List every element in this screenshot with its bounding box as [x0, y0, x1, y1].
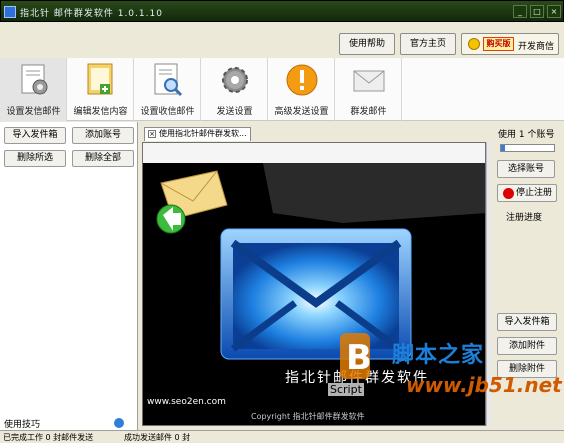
tool-label: 发送设置	[216, 107, 253, 117]
delete-all-button[interactable]: 删除全部	[72, 150, 134, 167]
tips-label[interactable]: 使用技巧	[4, 417, 40, 430]
search-document-icon	[154, 63, 183, 97]
status-bar: 已完成工作 0 封邮件发送 成功发送邮件 0 封	[0, 430, 564, 443]
preview-tabbar: × 使用指北针邮件群发软...	[140, 125, 490, 141]
delete-selected-button[interactable]: 删除所选	[4, 150, 66, 167]
tool-label: 高级发送设置	[274, 107, 329, 117]
window-title: 指北针 邮件群发软件 1.0.1.10	[20, 9, 163, 19]
watermark-site-url: www.jb51.net	[406, 373, 562, 397]
account-progress-bar	[500, 144, 555, 152]
maximize-button[interactable]: □	[530, 5, 544, 18]
edit-document-icon	[87, 63, 113, 95]
tab-label: 使用指北针邮件群发软...	[159, 129, 247, 138]
minimize-button[interactable]: _	[513, 5, 527, 18]
account-count-label: 使用 1 个账号	[498, 130, 555, 140]
tool-label: 设置收信邮件	[140, 107, 195, 117]
tool-send-settings[interactable]: 发送设置	[201, 58, 268, 121]
warning-icon	[286, 64, 318, 96]
tool-label: 设置发信邮件	[6, 107, 61, 117]
envelope-icon	[353, 70, 385, 92]
qq-icon	[468, 38, 480, 50]
tool-advanced-settings[interactable]: 高级发送设置	[268, 58, 335, 121]
buy-label: 开发商信	[518, 42, 555, 52]
homepage-button[interactable]: 官方主页	[400, 33, 456, 55]
gear-document-icon	[21, 64, 48, 95]
site-watermark: B Script 脚本之家 www.jb51.net	[316, 325, 564, 405]
reg-progress-label: 注册进度	[506, 213, 543, 223]
svg-text:B: B	[346, 338, 372, 378]
tool-label: 群发邮件	[350, 107, 387, 117]
tips-chevron-icon[interactable]	[114, 418, 124, 428]
buy-tag: 购买版	[483, 37, 514, 51]
stop-label: 停止注册	[515, 188, 552, 198]
preview-copyright: Copyright 指北针邮件群发软件	[251, 412, 365, 421]
close-tab-icon[interactable]: ×	[148, 130, 156, 138]
watermark-script: Script	[328, 383, 364, 396]
help-button[interactable]: 使用帮助	[339, 33, 395, 55]
preview-url: www.seo2en.com	[147, 397, 226, 407]
progress-fill	[501, 145, 506, 151]
status-left: 已完成工作 0 封邮件发送	[3, 433, 94, 442]
app-icon	[4, 6, 16, 18]
import-sender-button[interactable]: 导入发件箱	[4, 127, 66, 144]
close-button[interactable]: ×	[547, 5, 561, 18]
tool-mass-send[interactable]: 群发邮件	[335, 58, 402, 121]
stop-button[interactable]: 停止注册	[497, 184, 557, 202]
tool-recipient-settings[interactable]: 设置收信邮件	[134, 58, 201, 121]
left-panel: 导入发件箱 添加账号 删除所选 删除全部 使用技巧	[0, 122, 138, 443]
select-account-button[interactable]: 选择账号	[497, 160, 555, 178]
watermark-site-name: 脚本之家	[392, 343, 485, 368]
gear-icon	[222, 67, 248, 93]
tool-sender-settings[interactable]: 设置发信邮件	[0, 58, 67, 121]
title-bar: 指北针 邮件群发软件 1.0.1.10 _ □ ×	[0, 0, 564, 22]
tool-label: 编辑发信内容	[73, 107, 128, 117]
buy-button[interactable]: 购买版 开发商信	[461, 33, 559, 55]
tool-edit-content[interactable]: 编辑发信内容	[67, 58, 134, 121]
main-toolbar: 设置发信邮件 编辑发信内容 设置收信邮件 发送设置 高级发送设置 群发邮件	[0, 58, 564, 121]
tab-preview[interactable]: × 使用指北针邮件群发软...	[144, 127, 251, 141]
status-right: 成功发送邮件 0 封	[124, 433, 191, 442]
add-account-button[interactable]: 添加账号	[72, 127, 134, 144]
stop-icon	[503, 188, 514, 199]
